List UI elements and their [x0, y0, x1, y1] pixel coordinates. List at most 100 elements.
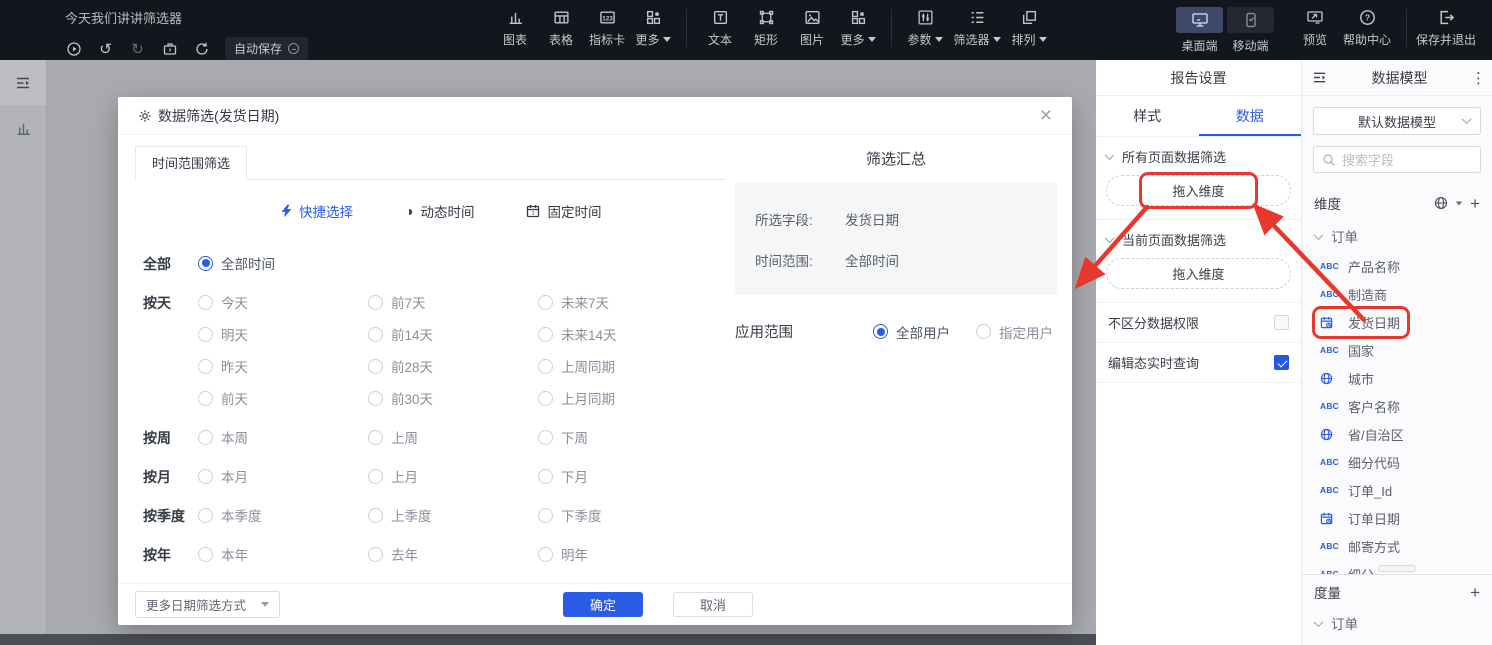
field-item[interactable]: ABC 订单_Id [1302, 476, 1492, 504]
cancel-button[interactable]: 取消 [673, 592, 753, 617]
section-all-pages-header[interactable]: 所有页面数据筛选 [1096, 137, 1301, 175]
refresh-icon[interactable] [193, 40, 210, 57]
field-item[interactable]: ABC 发货日期 [1302, 308, 1492, 336]
save-exit-button[interactable]: 保存并退出 [1417, 7, 1475, 48]
radio-option[interactable]: 下周 [538, 421, 708, 453]
radio-option[interactable]: 昨天 [198, 350, 368, 382]
field-item[interactable]: ABC 客户名称 [1302, 392, 1492, 420]
radio-option[interactable]: 前14天 [368, 318, 538, 350]
radio-option[interactable]: 上周同期 [538, 350, 708, 382]
collapse-panel-icon[interactable] [1311, 70, 1328, 85]
insert-more2-button[interactable]: 更多 [835, 7, 881, 48]
summary-field-value: 发货日期 [845, 209, 899, 229]
radio-option[interactable]: 上周 [368, 421, 538, 453]
insert-chart-button[interactable]: 图表 [492, 7, 538, 48]
field-label: 城市 [1348, 369, 1374, 388]
mobile-mode-button[interactable]: 移动端 [1227, 7, 1274, 54]
tab-style[interactable]: 样式 [1096, 96, 1199, 136]
field-item[interactable]: ABC 订单日期 [1302, 504, 1492, 532]
radio-option[interactable]: 前7天 [368, 286, 538, 318]
scope-radio-option[interactable]: 全部用户 [873, 322, 950, 342]
field-item[interactable]: ABC 细分代码 [1302, 448, 1492, 476]
radio-option[interactable]: 本月 [198, 460, 368, 492]
field-item[interactable]: ABC 省/自治区 [1302, 420, 1492, 448]
tab-time-range-filter[interactable]: 时间范围筛选 [135, 146, 247, 180]
field-search-input[interactable]: 搜索字段 [1313, 146, 1481, 173]
save-icon[interactable] [161, 40, 178, 57]
time-mode-option[interactable]: ◑ 1 固定时间 [526, 201, 601, 221]
time-mode-option[interactable]: ◑ 1 快捷选择 [281, 201, 353, 221]
radio-icon [368, 547, 383, 562]
radio-option[interactable]: 前28天 [368, 350, 538, 382]
radio-option[interactable]: 明天 [198, 318, 368, 350]
radio-option[interactable]: 明年 [538, 538, 708, 570]
drop-dimension-zone-current[interactable]: 拖入维度 [1106, 258, 1291, 289]
field-label: 产品名称 [1348, 257, 1400, 276]
arrange-button[interactable]: 排列 [1006, 7, 1052, 48]
ignore-permission-checkbox[interactable] [1274, 315, 1289, 330]
undo-icon[interactable]: ↺ [97, 40, 114, 57]
radio-option[interactable]: 今天 [198, 286, 368, 318]
summary-title: 筛选汇总 [735, 148, 1057, 169]
radio-option[interactable]: 下季度 [538, 499, 708, 531]
radio-option[interactable]: 本年 [198, 538, 368, 570]
insert-text-button[interactable]: 文本 [697, 7, 743, 48]
chevron-down-icon [1105, 233, 1115, 243]
field-item[interactable]: ABC 城市 [1302, 364, 1492, 392]
insert-more-button[interactable]: 更多 [630, 7, 676, 48]
tab-data[interactable]: 数据 [1199, 96, 1302, 136]
field-item[interactable]: ABC 国家 [1302, 336, 1492, 364]
radio-option[interactable]: 去年 [368, 538, 538, 570]
model-select-dropdown[interactable]: 默认数据模型 [1313, 107, 1481, 135]
add-dimension-icon[interactable]: + [1470, 195, 1480, 212]
dropdown-arrow-icon[interactable] [1456, 201, 1462, 205]
add-measure-icon[interactable]: + [1470, 584, 1480, 601]
insert-image-button[interactable]: 图片 [789, 7, 835, 48]
radio-option[interactable]: 未来14天 [538, 318, 708, 350]
radio-option[interactable]: 上月同期 [538, 382, 708, 414]
more-date-filter-dropdown[interactable]: 更多日期筛选方式 [135, 591, 280, 618]
redo-icon[interactable]: ↻ [129, 40, 146, 57]
panel-resize-handle[interactable] [1378, 565, 1416, 572]
time-mode-option[interactable]: ◑ 1 动态时间 [405, 201, 474, 221]
sidebar-charts-item[interactable] [0, 120, 46, 137]
desktop-mode-button[interactable]: 桌面端 [1176, 7, 1223, 54]
section-current-page-header[interactable]: 当前页面数据筛选 [1096, 220, 1301, 258]
radio-option[interactable]: 本季度 [198, 499, 368, 531]
measures-section-header: 度量 + [1302, 575, 1492, 609]
insert-rect-button[interactable]: 矩形 [743, 7, 789, 48]
radio-option[interactable]: 全部时间 [198, 247, 368, 279]
preview-button[interactable]: 预览 [1292, 7, 1338, 48]
scope-radio-option[interactable]: 指定用户 [976, 322, 1053, 342]
dimension-group-orders[interactable]: 订单 [1302, 222, 1492, 250]
abc-text-field-icon: ABC [1320, 345, 1341, 355]
realtime-query-checkbox[interactable] [1274, 355, 1289, 370]
drop-dimension-zone-all[interactable]: 拖入维度 [1106, 175, 1291, 206]
history-icon[interactable] [65, 40, 82, 57]
sidebar-collapse-button[interactable] [0, 60, 46, 105]
radio-option[interactable]: 上月 [368, 460, 538, 492]
field-item[interactable]: ABC 产品名称 [1302, 252, 1492, 280]
radio-option[interactable]: 未来7天 [538, 286, 708, 318]
close-icon[interactable]: × [1040, 105, 1052, 126]
geo-globe-icon[interactable] [1434, 196, 1448, 210]
insert-table-button[interactable]: 表格 [538, 7, 584, 48]
field-item[interactable]: ABC 邮寄方式 [1302, 532, 1492, 560]
confirm-button[interactable]: 确定 [563, 592, 643, 617]
field-label: 客户名称 [1348, 397, 1400, 416]
radio-option[interactable]: 上季度 [368, 499, 538, 531]
radio-option[interactable]: 下月 [538, 460, 708, 492]
radio-option[interactable]: 前30天 [368, 382, 538, 414]
panel-menu-icon[interactable]: ⋮ [1471, 69, 1483, 87]
kpi-card-icon: 123 [599, 7, 616, 27]
insert-kpi-button[interactable]: 123 指标卡 [584, 7, 630, 48]
params-button[interactable]: 参数 [902, 7, 948, 48]
measure-group-orders[interactable]: 订单 [1302, 609, 1492, 637]
radio-option[interactable]: 前天 [198, 382, 368, 414]
filters-button[interactable]: 筛选器 [948, 7, 1006, 48]
autosave-badge[interactable]: 自动保存 [225, 37, 308, 60]
help-center-button[interactable]: ? 帮助中心 [1338, 7, 1396, 48]
radio-icon [873, 324, 888, 339]
field-item[interactable]: ABC 制造商 [1302, 280, 1492, 308]
radio-option[interactable]: 本周 [198, 421, 368, 453]
